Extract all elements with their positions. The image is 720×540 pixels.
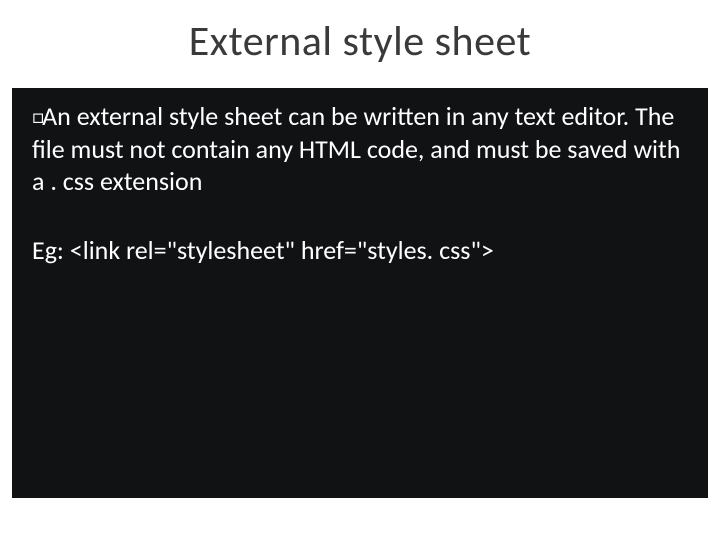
content-box: □An external style sheet can be written … [12,88,708,498]
bullet-icon: □ [32,105,42,129]
slide-title: External style sheet [0,16,720,67]
paragraph-lead: An [42,100,71,132]
slide: External style sheet □An external style … [0,0,720,540]
paragraph-rest: external style sheet can be written in a… [32,100,680,197]
example-line: Eg: <link rel="stylesheet" href="styles.… [32,234,688,267]
example-code: <link rel="stylesheet" href="styles. css… [70,234,494,266]
body-paragraph: □An external style sheet can be written … [32,100,688,198]
example-label: Eg: [32,234,70,266]
